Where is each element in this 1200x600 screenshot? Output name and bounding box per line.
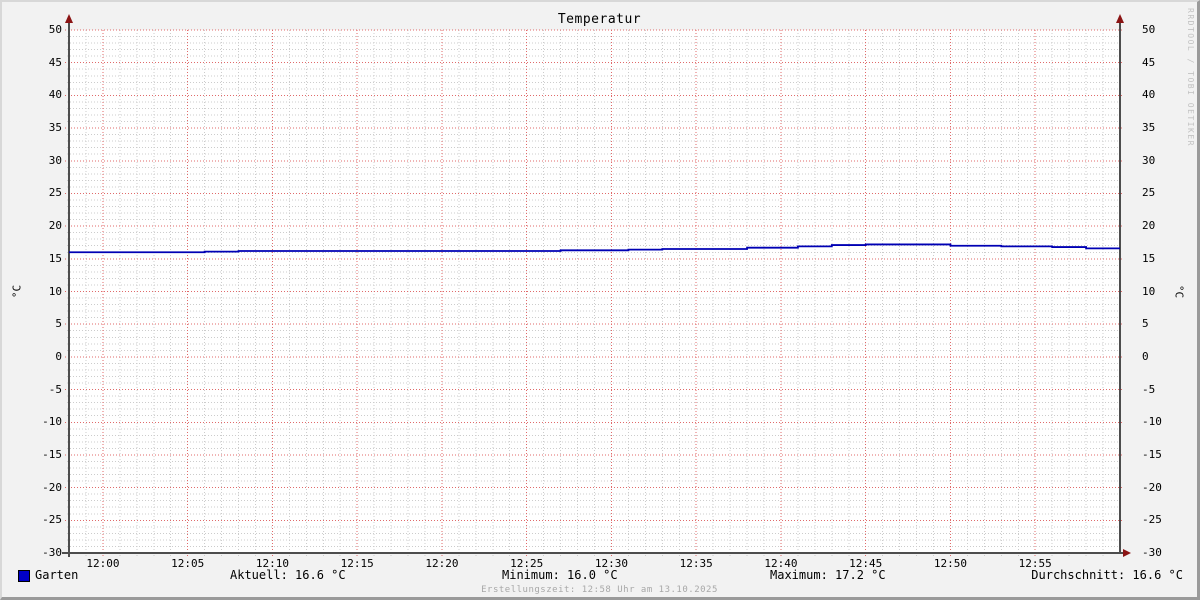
y-tick-label-right: 50 — [1142, 23, 1156, 36]
y-tick-label-right: -20 — [1142, 480, 1162, 494]
y-tick-label-left: 15 — [48, 251, 62, 265]
y-tick-label-right: -5 — [1142, 382, 1156, 396]
y-tick-label-right: 35 — [1142, 121, 1156, 135]
y-tick-label-left: 10 — [48, 284, 62, 298]
y-axis-unit-right: °C — [1172, 284, 1186, 299]
y-tick-label-right: 40 — [1142, 88, 1156, 102]
y-tick-label-left: 20 — [48, 219, 62, 233]
y-tick-label-right: -30 — [1142, 546, 1162, 559]
y-tick-label-left: -5 — [48, 382, 62, 396]
stat-aktuell: Aktuell: 16.6 °C — [230, 568, 346, 582]
plot-area — [62, 14, 1131, 557]
y-tick-label-left: 0 — [55, 349, 62, 363]
stat-durchschnitt: Durchschnitt: 16.6 °C — [1031, 568, 1183, 582]
y-tick-label-left: 30 — [48, 153, 62, 167]
y-tick-label-left: -30 — [42, 546, 62, 559]
y-tick-label-right: -15 — [1142, 447, 1162, 461]
y-tick-label-right: -10 — [1142, 415, 1162, 429]
y-tick-label-left: -25 — [42, 513, 62, 527]
y-tick-label-left: -20 — [42, 480, 62, 494]
rrdtool-watermark: RRDTOOL / TOBI OETIKER — [1186, 8, 1195, 147]
y-tick-label-right: 0 — [1142, 349, 1149, 363]
legend-stats-row: Garten Aktuell: 16.6 °C Minimum: 16.0 °C… — [2, 568, 1197, 584]
creation-timestamp: Erstellungszeit: 12:58 Uhr am 13.10.2025 — [481, 585, 718, 595]
y-tick-label-right: 45 — [1142, 55, 1156, 69]
y-tick-label-left: 25 — [48, 186, 62, 200]
stat-minimum: Minimum: 16.0 °C — [502, 568, 618, 582]
y-tick-label-right: 5 — [1142, 317, 1149, 331]
legend-label: Garten — [35, 568, 79, 582]
y-axis-unit-left: °C — [10, 284, 24, 299]
rrdtool-graph: Temperatur 50 50 45 45 40 40 35 35 30 30 25 25 20 20 1… — [0, 0, 1200, 600]
y-tick-label-left: 40 — [48, 88, 62, 102]
legend-color-swatch — [18, 570, 30, 582]
y-tick-label-left: -15 — [42, 447, 62, 461]
stat-maximum: Maximum: 17.2 °C — [770, 568, 886, 582]
y-tick-label-right: -25 — [1142, 513, 1162, 527]
y-tick-label-left: 5 — [55, 317, 62, 331]
y-tick-label-left: 35 — [48, 121, 62, 135]
y-tick-label-left: -10 — [42, 415, 62, 429]
y-tick-label-right: 15 — [1142, 251, 1156, 265]
y-tick-label-right: 30 — [1142, 153, 1156, 167]
y-tick-label-left: 45 — [48, 55, 62, 69]
y-tick-label-left: 50 — [48, 23, 62, 36]
y-tick-label-right: 25 — [1142, 186, 1156, 200]
y-tick-label-right: 20 — [1142, 219, 1156, 233]
